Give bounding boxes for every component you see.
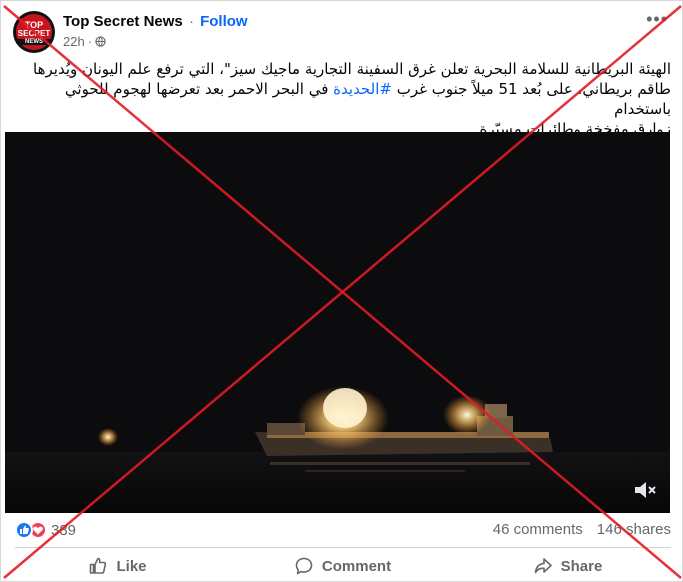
reaction-count: 389	[51, 521, 77, 539]
like-button[interactable]: Like	[5, 551, 230, 581]
post-meta: 22h ·	[63, 34, 106, 49]
comment-button[interactable]: Comment	[230, 551, 455, 581]
volume-muted-icon[interactable]	[632, 479, 658, 501]
avatar-text-news: NEWS	[13, 39, 55, 45]
name-row: Top Secret News · Follow	[63, 13, 248, 30]
facebook-post-card: TOP SECRET NEWS Top Secret News · Follow…	[0, 0, 683, 582]
post-text-fragment-a: طاقم بريطاني، على بُعد 51 ميلاً جنوب غرب	[391, 80, 671, 98]
more-options-button[interactable]: •••	[646, 9, 668, 30]
actions-divider	[15, 547, 671, 548]
like-icon	[15, 521, 33, 539]
page-name-link[interactable]: Top Secret News	[63, 13, 183, 30]
comment-label: Comment	[321, 557, 392, 575]
like-label: Like	[116, 557, 147, 575]
post-stats: 389 46 comments 146 shares	[15, 520, 671, 542]
comment-bubble-icon	[295, 557, 313, 575]
page-avatar[interactable]: TOP SECRET NEWS	[13, 11, 55, 53]
post-timestamp[interactable]: 22h	[63, 34, 85, 49]
hashtag-link[interactable]: #الحديدة	[333, 80, 392, 98]
share-arrow-icon	[534, 558, 552, 574]
thumbs-up-icon	[90, 557, 107, 574]
share-label: Share	[560, 557, 603, 575]
share-button[interactable]: Share	[455, 551, 680, 581]
engagement-counts: 46 comments 146 shares	[493, 521, 671, 538]
post-body-text: الهيئة البريطانية للسلامة البحرية تعلن غ…	[15, 59, 671, 139]
post-video[interactable]	[5, 132, 670, 513]
avatar-text-secret: SECRET	[17, 29, 51, 38]
post-header: TOP SECRET NEWS Top Secret News · Follow…	[13, 11, 673, 55]
meta-separator: ·	[87, 34, 93, 49]
comments-count-link[interactable]: 46 comments	[493, 521, 583, 538]
post-actions-bar: Like Comment Share	[5, 551, 680, 581]
reactions-summary[interactable]: 389	[15, 521, 76, 539]
post-text-line-1: الهيئة البريطانية للسلامة البحرية تعلن غ…	[33, 60, 671, 78]
name-separator: ·	[188, 13, 194, 30]
video-frame	[5, 132, 670, 513]
post-text-line-2: طاقم بريطاني، على بُعد 51 ميلاً جنوب غرب…	[15, 79, 671, 119]
globe-icon	[95, 36, 106, 47]
follow-button[interactable]: Follow	[200, 13, 248, 30]
shares-count-link[interactable]: 146 shares	[597, 521, 671, 538]
